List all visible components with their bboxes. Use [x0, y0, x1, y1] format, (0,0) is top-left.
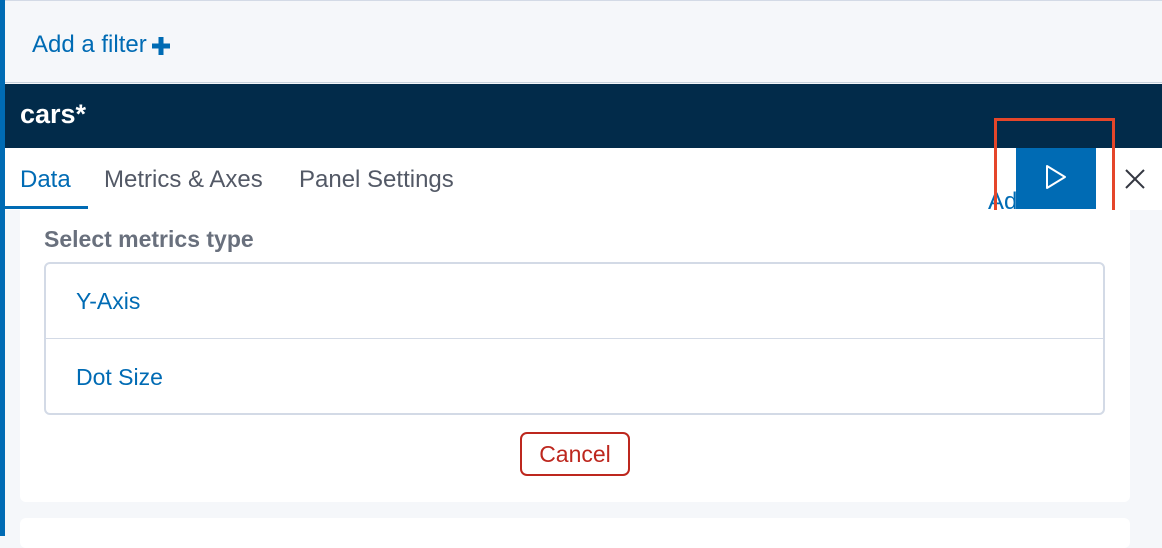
next-panel — [20, 518, 1130, 548]
tab-data[interactable]: Data — [20, 166, 71, 208]
metric-option-y-axis[interactable]: Y-Axis — [46, 264, 1103, 339]
apply-changes-button[interactable] — [1016, 148, 1096, 209]
select-metrics-type-label: Select metrics type — [44, 226, 254, 252]
add-filter-label: Add a filter — [32, 31, 147, 58]
index-pattern-title: cars* — [20, 99, 87, 129]
cancel-button[interactable]: Cancel — [520, 432, 630, 476]
tab-panel-settings[interactable]: Panel Settings — [299, 166, 454, 208]
close-icon — [1124, 168, 1146, 193]
close-editor-button[interactable] — [1115, 160, 1155, 200]
metrics-type-panel: Select metrics type Y-Axis Dot Size Canc… — [20, 210, 1130, 502]
active-tab-indicator — [0, 206, 88, 209]
plus-icon — [151, 35, 171, 55]
tab-metrics-axes[interactable]: Metrics & Axes — [104, 166, 263, 208]
metric-type-list: Y-Axis Dot Size — [44, 262, 1105, 415]
metric-option-dot-size[interactable]: Dot Size — [46, 340, 1103, 415]
play-icon — [1043, 163, 1069, 194]
filter-bar: Add a filter — [5, 0, 1162, 83]
add-filter-button[interactable]: Add a filter — [32, 31, 171, 59]
editor-title-bar: cars* — [5, 84, 1162, 148]
